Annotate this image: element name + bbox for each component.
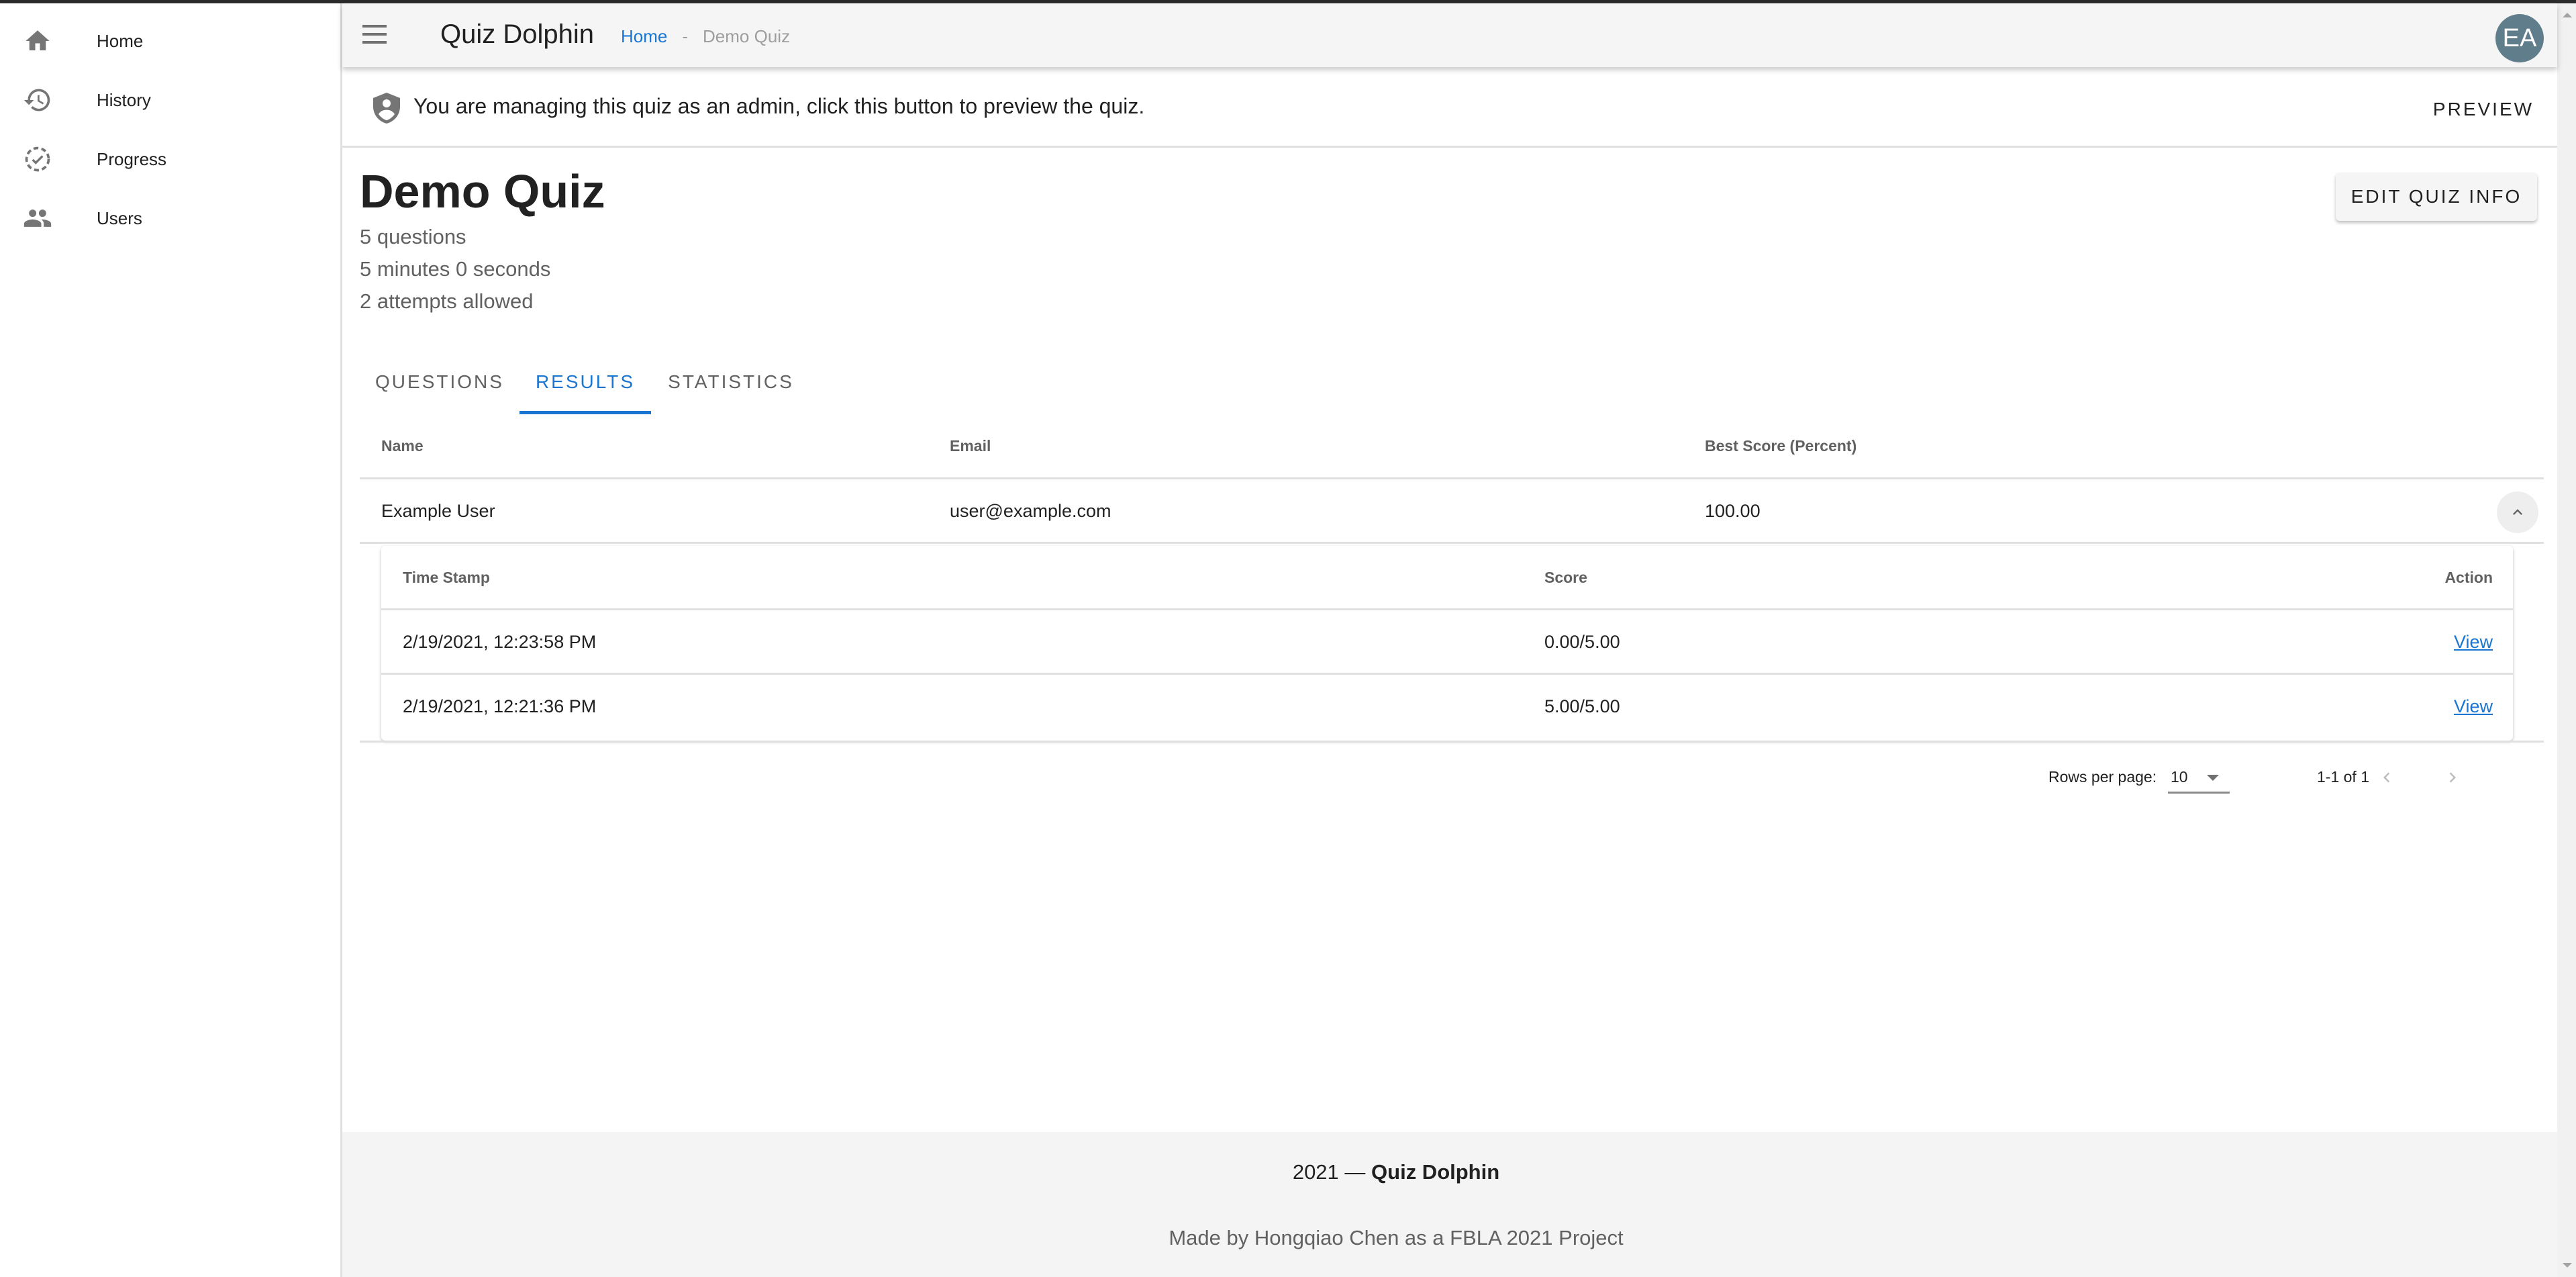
next-page-button[interactable] xyxy=(2434,759,2471,796)
footer-copyright: 2021 — Quiz Dolphin xyxy=(342,1160,2557,1184)
cell-name: Example User xyxy=(381,501,495,521)
sidebar-item-progress[interactable]: Progress xyxy=(0,130,340,189)
main-content: Quiz Dolphin Home - Demo Quiz EA You are… xyxy=(342,3,2557,1277)
chevron-right-icon xyxy=(2449,772,2456,783)
column-header-email: Email xyxy=(950,437,991,455)
user-avatar[interactable]: EA xyxy=(2495,14,2544,62)
admin-shield-icon xyxy=(373,93,400,124)
breadcrumb-current: Demo Quiz xyxy=(703,26,791,46)
collapse-row-button[interactable] xyxy=(2497,491,2538,533)
column-header-action: Action xyxy=(2444,569,2493,586)
column-header-name: Name xyxy=(381,437,424,455)
history-icon xyxy=(23,85,52,115)
quiz-question-count: 5 questions xyxy=(360,225,466,248)
footer-year: 2021 — xyxy=(1292,1160,1366,1184)
quiz-title: Demo Quiz xyxy=(360,165,605,218)
users-icon xyxy=(23,203,52,233)
admin-banner: You are managing this quiz as an admin, … xyxy=(342,67,2557,148)
breadcrumb-home-link[interactable]: Home xyxy=(621,26,667,47)
cell-best-score: 100.00 xyxy=(1705,501,1761,521)
attempts-table-header: Time Stamp Score Action xyxy=(381,546,2513,610)
previous-page-button[interactable] xyxy=(2368,759,2406,796)
breadcrumb: Home - Demo Quiz xyxy=(621,26,790,47)
footer: 2021 — Quiz Dolphin Made by Hongqiao Che… xyxy=(342,1132,2557,1277)
rows-per-page-select[interactable]: 10 xyxy=(2168,760,2230,794)
page-range: 1-1 of 1 xyxy=(2317,768,2369,786)
cell-timestamp: 2/19/2021, 12:23:58 PM xyxy=(403,632,597,652)
footer-brand: Quiz Dolphin xyxy=(1371,1160,1500,1184)
sidebar-item-users[interactable]: Users xyxy=(0,189,340,248)
sidebar-item-home[interactable]: Home xyxy=(0,11,340,70)
quiz-tabs: QUESTIONS RESULTS STATISTICS xyxy=(360,349,811,414)
quiz-attempts-allowed: 2 attempts allowed xyxy=(360,289,534,313)
progress-icon xyxy=(23,144,52,174)
tab-questions[interactable]: QUESTIONS xyxy=(360,349,519,414)
results-table: Name Email Best Score (Percent) Example … xyxy=(360,414,2544,794)
admin-banner-text: You are managing this quiz as an admin, … xyxy=(413,94,1145,118)
tab-results[interactable]: RESULTS xyxy=(519,349,651,414)
cell-score: 5.00/5.00 xyxy=(1544,696,1620,716)
cell-email: user@example.com xyxy=(950,501,1111,521)
sidebar-item-label: History xyxy=(97,89,151,110)
scroll-down-arrow-icon[interactable] xyxy=(2563,1263,2572,1268)
preview-button[interactable]: PREVIEW xyxy=(2423,87,2544,132)
chevron-up-icon xyxy=(2513,509,2522,515)
column-header-score: Score xyxy=(1544,569,1587,586)
home-icon xyxy=(23,26,52,56)
dropdown-arrow-icon xyxy=(2207,775,2219,781)
menu-icon[interactable] xyxy=(362,25,387,45)
sidebar-item-label: Progress xyxy=(97,148,167,169)
quiz-time-limit: 5 minutes 0 seconds xyxy=(360,257,551,281)
attempts-subtable: Time Stamp Score Action 2/19/2021, 12:23… xyxy=(381,546,2513,741)
rows-per-page-label: Rows per page: xyxy=(2048,768,2157,786)
sidebar-item-label: Users xyxy=(97,207,142,228)
edit-quiz-info-button[interactable]: EDIT QUIZ INFO xyxy=(2336,173,2537,221)
cell-timestamp: 2/19/2021, 12:21:36 PM xyxy=(403,696,597,716)
sidebar-item-history[interactable]: History xyxy=(0,70,340,130)
rows-per-page-value: 10 xyxy=(2171,768,2188,786)
scroll-up-arrow-icon[interactable] xyxy=(2563,13,2572,17)
chevron-left-icon xyxy=(2383,772,2390,783)
view-attempt-link[interactable]: View xyxy=(2454,696,2493,717)
app-header: Quiz Dolphin Home - Demo Quiz EA xyxy=(342,3,2557,67)
vertical-scrollbar[interactable] xyxy=(2557,3,2576,1277)
breadcrumb-separator: - xyxy=(682,26,689,46)
table-row[interactable]: Example User user@example.com 100.00 xyxy=(360,479,2544,544)
column-header-timestamp: Time Stamp xyxy=(403,569,490,586)
tab-statistics[interactable]: STATISTICS xyxy=(651,349,811,414)
attempt-row: 2/19/2021, 12:23:58 PM 0.00/5.00 View xyxy=(381,610,2513,675)
column-header-best-score: Best Score (Percent) xyxy=(1705,437,1857,455)
footer-credit: Made by Hongqiao Chen as a FBLA 2021 Pro… xyxy=(1169,1226,1624,1249)
cell-score: 0.00/5.00 xyxy=(1544,632,1620,652)
pagination: Rows per page: 10 1-1 of 1 xyxy=(360,743,2544,814)
attempt-row: 2/19/2021, 12:21:36 PM 5.00/5.00 View xyxy=(381,675,2513,739)
sidebar: Home History Progress Users xyxy=(0,3,342,1277)
results-table-header: Name Email Best Score (Percent) xyxy=(360,414,2544,479)
view-attempt-link[interactable]: View xyxy=(2454,632,2493,653)
app-title: Quiz Dolphin xyxy=(440,19,595,49)
sidebar-item-label: Home xyxy=(97,30,144,51)
